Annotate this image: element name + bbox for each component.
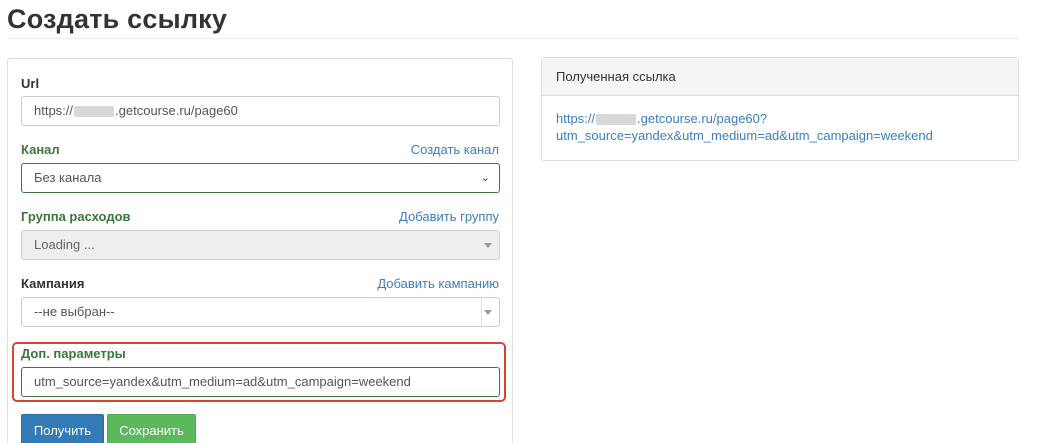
expense-group-label: Группа расходов [21,209,131,224]
result-panel-title: Полученная ссылка [542,58,1018,96]
campaign-label: Кампания [21,276,85,291]
channel-select-value: Без канала [34,170,102,185]
campaign-select[interactable]: --не выбран-- [21,297,500,327]
create-channel-link[interactable]: Создать канал [411,142,499,157]
extra-params-label: Доп. параметры [21,346,126,361]
link-form-panel: Url https:// .getcourse.ru/page60 Канал С… [7,58,513,443]
add-campaign-link[interactable]: Добавить кампанию [377,276,499,291]
result-panel-body: https:// .getcourse.ru/page60? utm_source… [542,96,1018,158]
generated-link-line1: .getcourse.ru/page60? [637,111,768,126]
expense-group-select-value: Loading ... [34,237,95,252]
generated-link-prefix: https:// [556,111,596,126]
expense-group-select: Loading ... [21,230,500,260]
save-button[interactable]: Сохранить [107,414,196,443]
url-input[interactable]: https:// .getcourse.ru/page60 [21,96,500,126]
channel-select[interactable]: Без канала ⌄ [21,163,500,193]
caret-down-icon [484,310,492,315]
page-title: Создать ссылку [7,4,228,34]
get-button[interactable]: Получить [21,414,104,443]
generated-link[interactable]: https:// .getcourse.ru/page60? utm_source… [556,110,1004,144]
add-group-link[interactable]: Добавить группу [399,209,499,224]
chevron-down-icon: ⌄ [480,172,490,184]
generated-link-line2: utm_source=yandex&utm_medium=ad&utm_camp… [556,128,933,143]
title-divider [7,38,1018,39]
url-prefix: https:// [34,103,74,118]
url-label: Url [21,76,40,91]
select-divider [481,298,482,326]
channel-label: Канал [21,142,60,157]
redacted-subdomain [596,114,637,126]
caret-down-icon [484,243,492,248]
campaign-select-value: --не выбран-- [34,304,115,319]
extra-params-input[interactable]: utm_source=yandex&utm_medium=ad&utm_camp… [21,367,500,397]
url-suffix: .getcourse.ru/page60 [115,103,238,118]
redacted-subdomain [74,106,115,118]
result-panel: Полученная ссылка https:// .getcourse.ru/… [541,57,1019,161]
